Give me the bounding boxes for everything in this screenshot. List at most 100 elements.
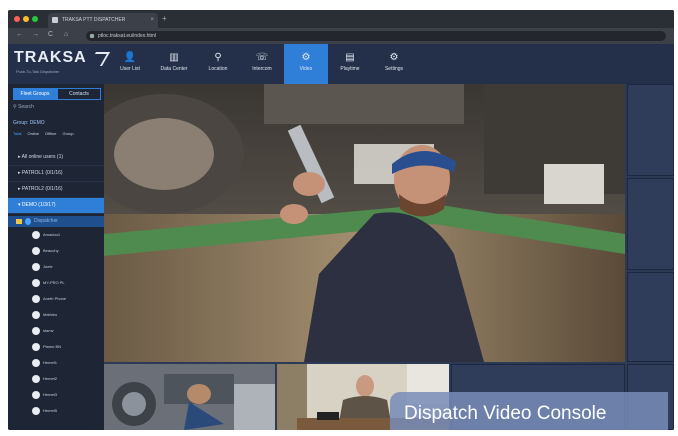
nav-label: User List (120, 66, 140, 72)
close-window-dot[interactable] (14, 16, 20, 22)
empty-video-tile[interactable] (627, 272, 674, 362)
user-avatar-icon (32, 359, 40, 367)
user-list-item[interactable]: Amadou1 (8, 227, 104, 243)
search-input[interactable]: ⚲ Search (13, 104, 34, 110)
status-group[interactable]: Group (63, 131, 74, 136)
user-list-item[interactable]: Aneth Phone (8, 291, 104, 307)
user-icon: 👤 (123, 52, 137, 63)
nav-intercom[interactable]: ☏ Intercom (240, 44, 284, 84)
app-window: TRAKSA PTT DISPATCHER × + ← → C ⌂ ptloc.… (8, 10, 674, 430)
group-tree: ▸ All online users (1) ▸ PATROL1 (0/1/16… (8, 150, 104, 419)
selected-user-row[interactable]: Dispatcher (8, 216, 104, 227)
playtime-icon: ▤ (345, 52, 355, 63)
reload-icon[interactable]: C (48, 31, 53, 38)
empty-video-tile[interactable] (627, 178, 674, 270)
nav-video[interactable]: ⚙ Video (284, 44, 328, 84)
location-pin-icon: ⚲ (214, 52, 222, 63)
user-list-item[interactable]: MY-PRO PL (8, 275, 104, 291)
user-name: Beauchy (43, 248, 59, 253)
status-offline[interactable]: Offline (45, 131, 57, 136)
close-tab-icon[interactable]: × (150, 13, 154, 28)
nav-label: Intercom (252, 66, 272, 72)
user-list-item[interactable]: stamv (8, 323, 104, 339)
intercom-icon: ☏ (255, 52, 269, 63)
user-name: stamv (43, 328, 54, 333)
app-header: TRAKSA Push-To-Talk Dispatcher 👤 User Li… (8, 44, 674, 84)
user-name: Joele (43, 264, 53, 269)
address-bar[interactable]: ptloc.traksat.eu/index.html (86, 31, 666, 41)
group-label: PATROL1 (0/1/16) (21, 170, 63, 176)
user-list-item[interactable]: Plamo BN (8, 339, 104, 355)
search-placeholder: Search (18, 104, 34, 110)
app-logo: TRAKSA (14, 49, 87, 66)
nav-settings[interactable]: ⚙ Settings (372, 44, 416, 84)
user-avatar-icon (32, 375, 40, 383)
forward-arrow-icon[interactable]: → (32, 31, 39, 38)
user-name: MY-PRO PL (43, 280, 65, 285)
group-item[interactable]: ▸ PATROL1 (0/1/16) (8, 166, 104, 182)
maximize-window-dot[interactable] (32, 16, 38, 22)
browser-toolbar: ← → C ⌂ ptloc.traksat.eu/index.html (8, 28, 674, 44)
group-label: DEMO (1/3/17) (21, 202, 56, 208)
user-list: Amadou1 Beauchy Joele MY-PRO PL Aneth Phone M… (8, 227, 104, 419)
user-avatar-icon (32, 391, 40, 399)
back-arrow-icon[interactable]: ← (16, 31, 23, 38)
group-item-selected[interactable]: ▾ DEMO (1/3/17) (8, 198, 104, 214)
empty-video-tile[interactable] (627, 84, 674, 176)
status-online[interactable]: Online (27, 131, 39, 136)
user-name: Amadou1 (43, 232, 61, 237)
browser-tab-bar: TRAKSA PTT DISPATCHER × + (8, 10, 674, 28)
status-total[interactable]: Total (13, 131, 21, 136)
settings-gear-icon: ⚙ (389, 52, 399, 63)
main-video-feed[interactable] (104, 84, 625, 362)
user-name: Dispatcher (34, 218, 58, 224)
user-list-item[interactable]: Hemet1 (8, 355, 104, 371)
user-name: Hemet5 (43, 408, 58, 413)
engine-video-image (104, 364, 275, 430)
user-avatar-icon (32, 343, 40, 351)
user-list-item[interactable]: Hemet3 (8, 387, 104, 403)
tab-contacts[interactable]: Contacts (57, 88, 101, 100)
user-name: Hemet3 (43, 392, 58, 397)
user-list-item[interactable]: Beauchy (8, 243, 104, 259)
video-gear-icon: ⚙ (301, 52, 311, 63)
nav-data-center[interactable]: ▥ Data Center (152, 44, 196, 84)
tab-title: TRAKSA PTT DISPATCHER (62, 17, 126, 23)
group-label: PATROL2 (0/1/16) (21, 186, 63, 192)
video-grid (104, 84, 674, 430)
browser-tab[interactable]: TRAKSA PTT DISPATCHER × (48, 13, 158, 28)
group-item[interactable]: ▸ PATROL2 (0/1/16) (8, 182, 104, 198)
nav-playtime[interactable]: ▤ Playtime (328, 44, 372, 84)
nav-user-list[interactable]: 👤 User List (108, 44, 152, 84)
lock-icon (90, 34, 94, 38)
video-feed-engine[interactable] (104, 364, 275, 430)
nav-location[interactable]: ⚲ Location (196, 44, 240, 84)
user-name: Mathieu (43, 312, 58, 317)
user-avatar-icon (25, 218, 31, 225)
user-avatar-icon (32, 311, 40, 319)
url-text: ptloc.traksat.eu/index.html (98, 33, 157, 39)
user-list-item[interactable]: Hemet2 (8, 371, 104, 387)
nav-label: Data Center (160, 66, 188, 72)
nav-label: Location (208, 66, 228, 72)
minimize-window-dot[interactable] (23, 16, 29, 22)
user-avatar-icon (32, 327, 40, 335)
user-name: Hemet2 (43, 376, 58, 381)
group-item[interactable]: ▸ All online users (1) (8, 150, 104, 166)
logo-mark-icon (87, 52, 111, 66)
folder-icon (16, 219, 22, 224)
favicon-icon (52, 17, 58, 23)
status-filters: Total Online Offline Group (13, 131, 74, 136)
caption-banner: Dispatch Video Console (390, 392, 668, 430)
tab-fleet-groups[interactable]: Fleet Groups (13, 88, 57, 100)
group-heading: Group: DEMO (13, 120, 45, 126)
home-icon[interactable]: ⌂ (64, 31, 68, 38)
user-avatar-icon (32, 279, 40, 287)
user-name: Plamo BN (43, 344, 62, 349)
user-list-item[interactable]: Hemet5 (8, 403, 104, 419)
nav-label: Playtime (340, 66, 360, 72)
new-tab-icon[interactable]: + (162, 14, 167, 23)
sidebar: Fleet Groups Contacts ⚲ Search Group: DE… (8, 84, 104, 430)
user-list-item[interactable]: Joele (8, 259, 104, 275)
user-list-item[interactable]: Mathieu (8, 307, 104, 323)
